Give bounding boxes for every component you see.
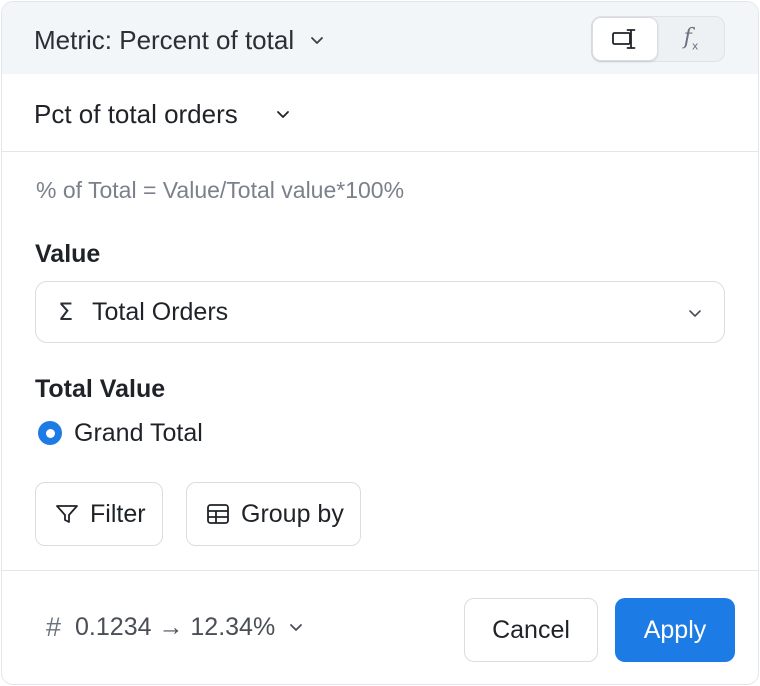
- metric-name: Pct of total orders: [34, 98, 238, 129]
- chevron-down-icon: [276, 111, 289, 118]
- radio-selected-icon: [38, 421, 62, 445]
- fx-text: f: [683, 25, 692, 51]
- panel-footer: # 0.1234 → 12.34% Cancel Apply: [2, 570, 758, 684]
- format-example: 0.1234 → 12.34%: [75, 612, 276, 641]
- filter-button[interactable]: Filter: [35, 482, 163, 546]
- chevron-down-icon: [290, 624, 303, 631]
- formula-description: % of Total = Value/Total value*100%: [36, 177, 405, 203]
- grand-total-label: Grand Total: [74, 418, 203, 447]
- function-icon: fx: [684, 25, 699, 52]
- group-by-button[interactable]: Group by: [186, 482, 361, 546]
- filter-icon: [56, 505, 78, 523]
- filter-label: Filter: [90, 499, 146, 528]
- total-value-label: Total Value: [35, 375, 166, 403]
- hash-icon: #: [46, 611, 62, 642]
- text-cursor-icon: [612, 29, 636, 49]
- metric-name-dropdown[interactable]: Pct of total orders: [34, 96, 292, 132]
- value-dropdown[interactable]: Σ Total Orders: [35, 281, 725, 343]
- mode-toggle: fx: [591, 16, 725, 62]
- chevron-down-icon: [689, 310, 701, 317]
- fx-sub: x: [691, 39, 699, 53]
- grand-total-radio[interactable]: Grand Total: [38, 416, 203, 450]
- cancel-button[interactable]: Cancel: [464, 598, 598, 662]
- number-format-dropdown[interactable]: # 0.1234 → 12.34%: [46, 609, 305, 645]
- text-mode-button[interactable]: [592, 17, 658, 61]
- sigma-icon: Σ: [58, 298, 74, 326]
- chevron-down-icon: [311, 37, 324, 44]
- group-by-label: Group by: [241, 499, 344, 528]
- value-label: Value: [35, 240, 101, 268]
- table-icon: [207, 504, 229, 524]
- metric-name-row: Pct of total orders: [2, 74, 758, 152]
- value-selected: Total Orders: [92, 297, 229, 326]
- metric-type-dropdown[interactable]: Metric: Percent of total: [34, 22, 326, 58]
- apply-button[interactable]: Apply: [615, 598, 735, 662]
- formula-mode-button[interactable]: fx: [658, 17, 724, 61]
- metric-config-panel: Metric: Percent of total fx Pct of total…: [1, 1, 759, 685]
- metric-type-label: Metric: Percent of total: [34, 24, 295, 55]
- panel-header: Metric: Percent of total fx: [2, 2, 758, 74]
